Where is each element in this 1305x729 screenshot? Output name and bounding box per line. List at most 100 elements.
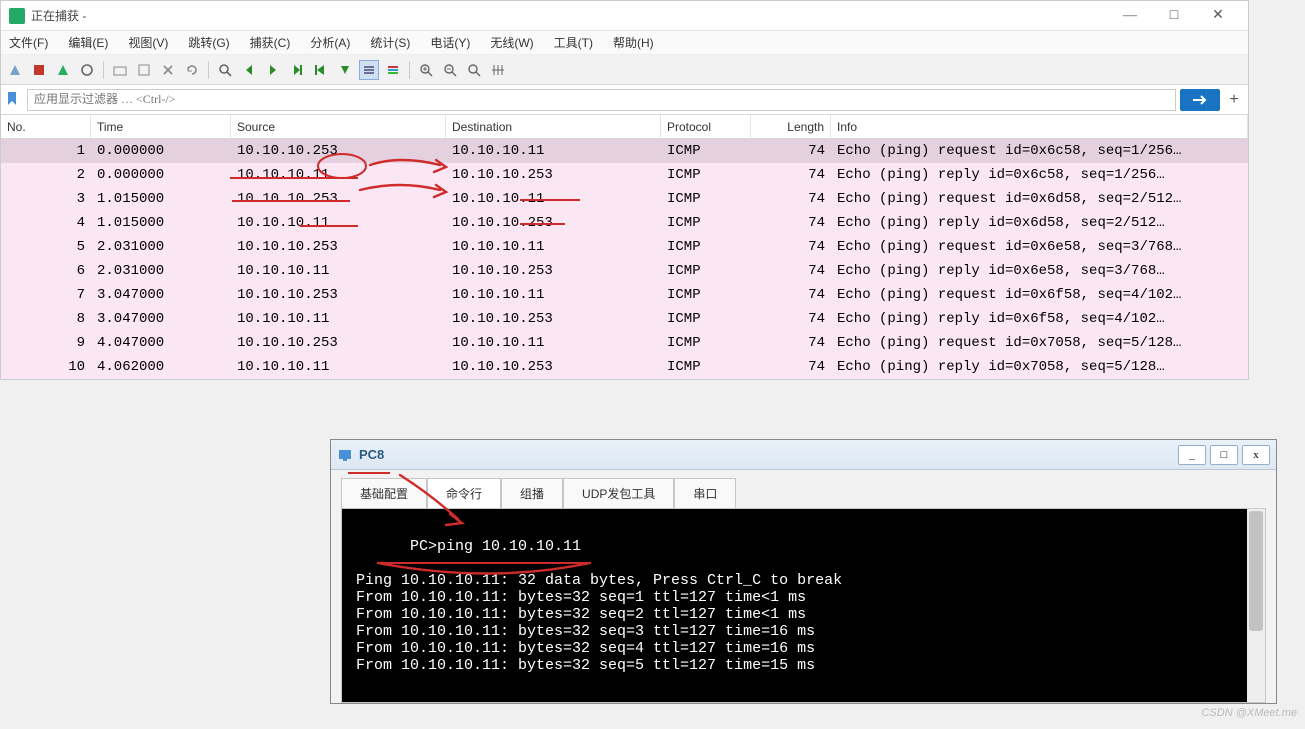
col-dst-cell: 10.10.10.11	[446, 187, 661, 211]
col-info-cell: Echo (ping) reply id=0x7058, seq=5/128…	[831, 355, 1248, 379]
go-last-icon[interactable]	[335, 60, 355, 80]
maximize-button[interactable]: □	[1152, 1, 1196, 31]
col-src-cell: 10.10.10.253	[231, 283, 446, 307]
col-info-cell: Echo (ping) request id=0x6f58, seq=4/102…	[831, 283, 1248, 307]
go-forward-icon[interactable]	[263, 60, 283, 80]
wireshark-window: 正在捕获 - — □ ✕ 文件(F) 编辑(E) 视图(V) 跳转(G) 捕获(C) 分析…	[0, 0, 1249, 380]
col-destination-header[interactable]: Destination	[446, 115, 661, 138]
display-filter-input[interactable]	[27, 89, 1176, 111]
reload-icon[interactable]	[182, 60, 202, 80]
table-row[interactable]: 20.00000010.10.10.1110.10.10.253ICMP74Ec…	[1, 163, 1248, 187]
table-row[interactable]: 41.01500010.10.10.1110.10.10.253ICMP74Ec…	[1, 211, 1248, 235]
col-proto-cell: ICMP	[661, 139, 751, 163]
menu-视图[interactable]: 视图(V)	[124, 32, 172, 53]
table-row[interactable]: 104.06200010.10.10.1110.10.10.253ICMP74E…	[1, 355, 1248, 379]
col-time-cell: 1.015000	[91, 211, 231, 235]
wireshark-menubar: 文件(F) 编辑(E) 视图(V) 跳转(G) 捕获(C) 分析(A) 统计(S) 电话(Y)…	[1, 31, 1248, 55]
jump-packet-icon[interactable]	[287, 60, 307, 80]
col-proto-cell: ICMP	[661, 211, 751, 235]
col-source-header[interactable]: Source	[231, 115, 446, 138]
col-length-header[interactable]: Length	[751, 115, 831, 138]
col-info-header[interactable]: Info	[831, 115, 1248, 138]
find-icon[interactable]	[215, 60, 235, 80]
col-protocol-header[interactable]: Protocol	[661, 115, 751, 138]
open-file-icon[interactable]	[110, 60, 130, 80]
wireshark-title: 正在捕获 -	[31, 7, 1108, 24]
menu-工具[interactable]: 工具(T)	[550, 32, 597, 53]
col-time-cell: 1.015000	[91, 187, 231, 211]
col-src-cell: 10.10.10.11	[231, 307, 446, 331]
table-row[interactable]: 73.04700010.10.10.25310.10.10.11ICMP74Ec…	[1, 283, 1248, 307]
col-time-cell: 4.062000	[91, 355, 231, 379]
pc8-titlebar[interactable]: PC8 _ □ x	[331, 440, 1276, 470]
save-file-icon[interactable]	[134, 60, 154, 80]
tab-1[interactable]: 命令行	[427, 478, 501, 508]
wireshark-titlebar[interactable]: 正在捕获 - — □ ✕	[1, 1, 1248, 31]
go-back-icon[interactable]	[239, 60, 259, 80]
pc8-minimize-button[interactable]: _	[1178, 445, 1206, 465]
col-info-cell: Echo (ping) request id=0x6d58, seq=2/512…	[831, 187, 1248, 211]
packet-list[interactable]: 10.00000010.10.10.25310.10.10.11ICMP74Ec…	[1, 139, 1248, 379]
menu-捕获[interactable]: 捕获(C)	[246, 32, 295, 53]
tab-0[interactable]: 基础配置	[341, 478, 427, 508]
bookmark-icon[interactable]	[5, 91, 23, 109]
col-proto-cell: ICMP	[661, 259, 751, 283]
menu-统计[interactable]: 统计(S)	[366, 32, 414, 53]
restart-capture-icon[interactable]	[53, 60, 73, 80]
go-first-icon[interactable]	[311, 60, 331, 80]
col-proto-cell: ICMP	[661, 187, 751, 211]
stop-capture-icon[interactable]	[29, 60, 49, 80]
tab-2[interactable]: 组播	[501, 478, 563, 508]
colorize-icon[interactable]	[383, 60, 403, 80]
scrollbar-thumb[interactable]	[1249, 511, 1263, 631]
col-src-cell: 10.10.10.11	[231, 259, 446, 283]
add-filter-button[interactable]: +	[1224, 89, 1244, 111]
options-icon[interactable]	[77, 60, 97, 80]
table-row[interactable]: 10.00000010.10.10.25310.10.10.11ICMP74Ec…	[1, 139, 1248, 163]
tab-3[interactable]: UDP发包工具	[563, 478, 674, 508]
table-row[interactable]: 52.03100010.10.10.25310.10.10.11ICMP74Ec…	[1, 235, 1248, 259]
menu-电话[interactable]: 电话(Y)	[426, 32, 474, 53]
start-capture-icon[interactable]	[5, 60, 25, 80]
apply-filter-button[interactable]	[1180, 89, 1220, 111]
minimize-button[interactable]: —	[1108, 1, 1152, 31]
menu-分析[interactable]: 分析(A)	[306, 32, 354, 53]
table-row[interactable]: 31.01500010.10.10.25310.10.10.11ICMP74Ec…	[1, 187, 1248, 211]
col-no-header[interactable]: No.	[1, 115, 91, 138]
menu-跳转[interactable]: 跳转(G)	[184, 32, 233, 53]
col-time-cell: 2.031000	[91, 235, 231, 259]
pc8-close-button[interactable]: x	[1242, 445, 1270, 465]
menu-帮助[interactable]: 帮助(H)	[609, 32, 658, 53]
packet-list-header[interactable]: No. Time Source Destination Protocol Len…	[1, 115, 1248, 139]
close-file-icon[interactable]	[158, 60, 178, 80]
pc8-maximize-button[interactable]: □	[1210, 445, 1238, 465]
col-time-cell: 3.047000	[91, 283, 231, 307]
col-time-header[interactable]: Time	[91, 115, 231, 138]
table-row[interactable]: 62.03100010.10.10.1110.10.10.253ICMP74Ec…	[1, 259, 1248, 283]
col-src-cell: 10.10.10.253	[231, 235, 446, 259]
col-time-cell: 0.000000	[91, 139, 231, 163]
col-no-cell: 8	[1, 307, 91, 331]
menu-编辑[interactable]: 编辑(E)	[64, 32, 112, 53]
col-info-cell: Echo (ping) reply id=0x6c58, seq=1/256…	[831, 163, 1248, 187]
menu-无线[interactable]: 无线(W)	[486, 32, 537, 53]
pc8-console[interactable]: PC>ping 10.10.10.11 Ping 10.10.10.11: 32…	[341, 508, 1266, 703]
col-proto-cell: ICMP	[661, 331, 751, 355]
table-row[interactable]: 94.04700010.10.10.25310.10.10.11ICMP74Ec…	[1, 331, 1248, 355]
autoscroll-icon[interactable]	[359, 60, 379, 80]
zoom-reset-icon[interactable]	[464, 60, 484, 80]
close-button[interactable]: ✕	[1196, 1, 1240, 31]
tab-4[interactable]: 串口	[674, 478, 736, 508]
resize-columns-icon[interactable]	[488, 60, 508, 80]
col-dst-cell: 10.10.10.253	[446, 307, 661, 331]
col-info-cell: Echo (ping) reply id=0x6f58, seq=4/102…	[831, 307, 1248, 331]
console-scrollbar[interactable]	[1247, 509, 1265, 702]
col-len-cell: 74	[751, 139, 831, 163]
table-row[interactable]: 83.04700010.10.10.1110.10.10.253ICMP74Ec…	[1, 307, 1248, 331]
pc8-title: PC8	[359, 447, 1174, 462]
zoom-out-icon[interactable]	[440, 60, 460, 80]
menu-文件[interactable]: 文件(F)	[5, 32, 52, 53]
zoom-in-icon[interactable]	[416, 60, 436, 80]
pc8-app-icon	[337, 447, 353, 463]
separator	[409, 61, 410, 79]
